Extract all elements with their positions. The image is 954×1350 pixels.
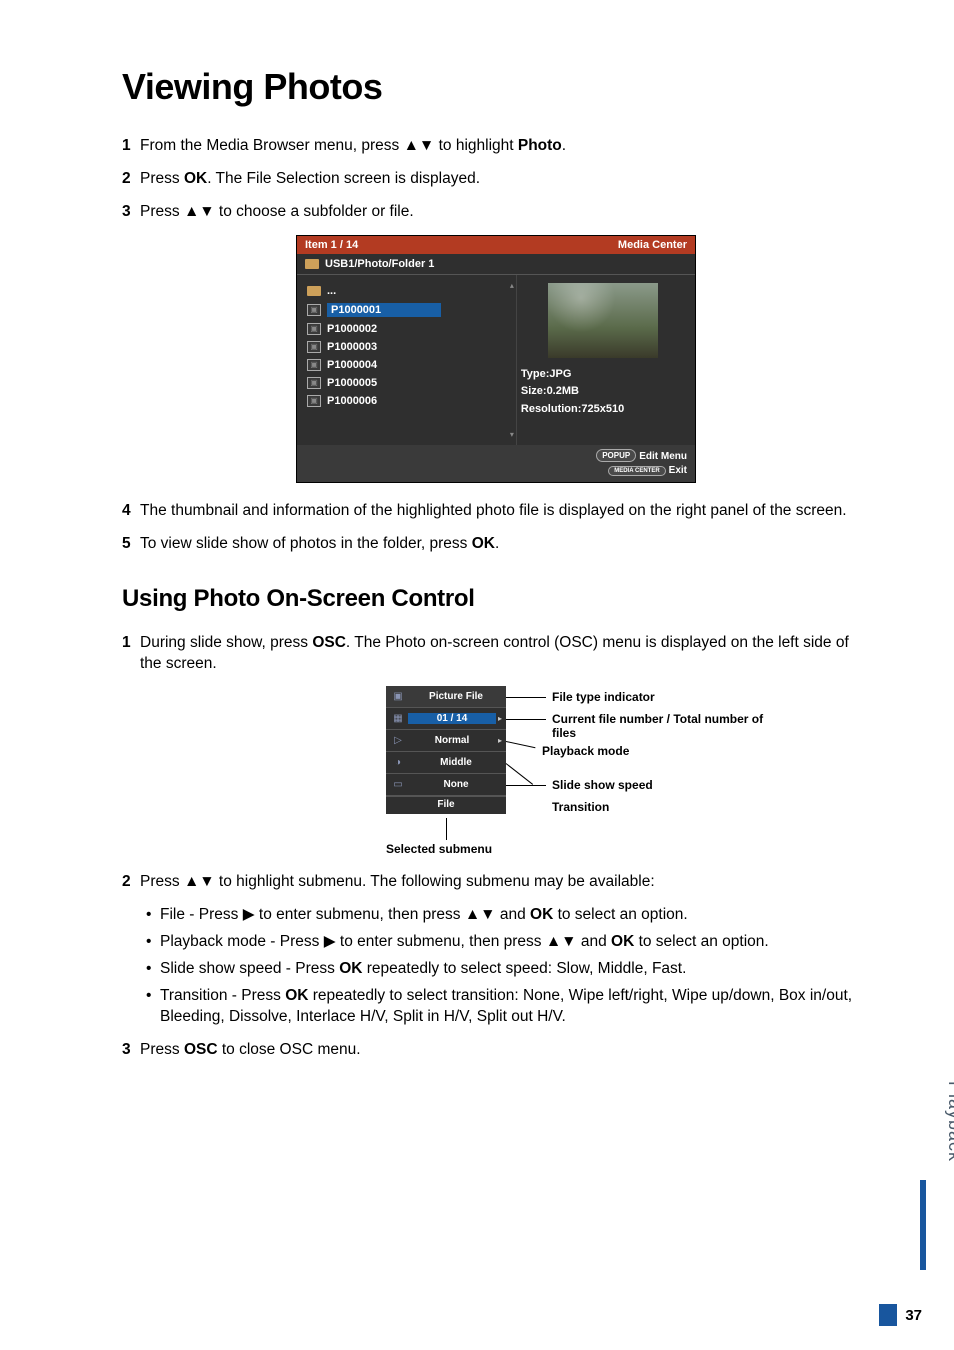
folder-icon (307, 286, 321, 296)
parent-folder[interactable]: ... (305, 283, 508, 299)
popup-key-icon: POPUP (596, 449, 636, 462)
path-bar: USB1/Photo/Folder 1 (297, 254, 695, 275)
image-icon: ▣ (307, 377, 321, 389)
label-filetype: File type indicator (552, 690, 655, 704)
step-number: 3 (122, 202, 140, 223)
meta-size: Size:0.2MB (521, 383, 687, 401)
side-tab-bar (920, 1180, 926, 1270)
osc-panel: ▣ Picture File ▦ 01 / 14▸ ▷ Normal▸ ◑ Mi… (386, 686, 506, 814)
preview-panel: ▴▾ Type:JPG Size:0.2MB Resolution:725x51… (516, 275, 695, 445)
scroll-up-icon[interactable]: ▴ (510, 281, 514, 290)
step-4: 4 The thumbnail and information of the h… (122, 501, 870, 522)
right-arrow-icon: ▸ (496, 714, 504, 723)
meta-type: Type:JPG (521, 366, 687, 384)
play-icon: ▷ (388, 735, 408, 746)
page-number: 37 (879, 1304, 922, 1326)
file-list[interactable]: ... ▣ P1000001 ▣ P1000002 ▣ P1000003 ▣ P… (297, 275, 516, 445)
label-speed: Slide show speed (552, 778, 653, 792)
page-number-text: 37 (905, 1307, 922, 1324)
step-text: Press ▲▼ to choose a subfolder or file. (140, 202, 870, 223)
up-down-icon: ▲▼ (404, 137, 435, 154)
header-bar: Item 1 / 14 Media Center (297, 236, 695, 254)
meta-resolution: Resolution:725x510 (521, 401, 687, 419)
up-down-icon: ▲▼ (546, 933, 577, 950)
osc-row-filetype[interactable]: ▣ Picture File (386, 686, 506, 708)
step-number: 2 (122, 872, 140, 893)
step-text: To view slide show of photos in the fold… (140, 534, 870, 555)
bullet-file: • File - Press ▶ to enter submenu, then … (146, 905, 870, 926)
media-center-screenshot: Item 1 / 14 Media Center USB1/Photo/Fold… (296, 235, 696, 483)
list-icon: ▦ (388, 713, 408, 724)
step-text: Press ▲▼ to highlight submenu. The follo… (140, 872, 870, 893)
bullet-playback: • Playback mode - Press ▶ to enter subme… (146, 932, 870, 953)
scrollbar[interactable]: ▴▾ (509, 281, 515, 439)
step-number: 2 (122, 169, 140, 190)
osc-step-2: 2 Press ▲▼ to highlight submenu. The fol… (122, 872, 870, 893)
step-number: 1 (122, 633, 140, 675)
bullet-transition: • Transition - Press OK repeatedly to se… (146, 986, 870, 1028)
exit-label: Exit (669, 465, 687, 476)
page-number-block (879, 1304, 897, 1326)
step-text: From the Media Browser menu, press ▲▼ to… (140, 136, 870, 157)
right-arrow-icon: ▸ (496, 736, 504, 745)
step-5: 5 To view slide show of photos in the fo… (122, 534, 870, 555)
screen-title: Media Center (618, 239, 687, 251)
right-icon: ▶ (243, 906, 255, 923)
drive-icon (305, 259, 319, 269)
up-down-icon: ▲▼ (184, 203, 215, 220)
osc-diagram: ▣ Picture File ▦ 01 / 14▸ ▷ Normal▸ ◑ Mi… (216, 686, 776, 862)
label-filenum: Current file number / Total number of fi… (552, 712, 776, 740)
side-tab-label: Playback (944, 1081, 954, 1162)
scroll-down-icon[interactable]: ▾ (510, 430, 514, 439)
file-row[interactable]: ▣ P1000004 (305, 357, 508, 373)
step-3: 3 Press ▲▼ to choose a subfolder or file… (122, 202, 870, 223)
osc-submenu-label: File (386, 796, 506, 814)
label-selected-submenu: Selected submenu (386, 842, 492, 856)
image-icon: ▣ (307, 359, 321, 371)
file-row[interactable]: ▣ P1000002 (305, 321, 508, 337)
file-row[interactable]: ▣ P1000001 (305, 301, 508, 319)
osc-step-3: 3 Press OSC to close OSC menu. (122, 1040, 870, 1061)
picture-icon: ▣ (388, 691, 408, 702)
up-down-icon: ▲▼ (184, 873, 215, 890)
label-mode: Playback mode (542, 744, 629, 758)
image-icon: ▣ (307, 341, 321, 353)
file-row[interactable]: ▣ P1000006 (305, 393, 508, 409)
side-tab: Playback (904, 1070, 926, 1270)
step-text: Press OSC to close OSC menu. (140, 1040, 870, 1061)
step-number: 3 (122, 1040, 140, 1061)
section-title: Using Photo On-Screen Control (122, 585, 870, 613)
label-transition: Transition (552, 800, 609, 814)
step-1: 1 From the Media Browser menu, press ▲▼ … (122, 136, 870, 157)
footer-bar: POPUPEdit Menu MEDIA CENTER Exit (297, 445, 695, 482)
speed-icon: ◑ (388, 757, 408, 768)
osc-row-transition[interactable]: ▭ None (386, 774, 506, 796)
image-icon: ▣ (307, 323, 321, 335)
osc-row-filenum[interactable]: ▦ 01 / 14▸ (386, 708, 506, 730)
step-text: Press OK. The File Selection screen is d… (140, 169, 870, 190)
bullet-speed: • Slide show speed - Press OK repeatedly… (146, 959, 870, 980)
osc-row-mode[interactable]: ▷ Normal▸ (386, 730, 506, 752)
osc-row-speed[interactable]: ◑ Middle (386, 752, 506, 774)
up-down-icon: ▲▼ (465, 906, 496, 923)
image-icon: ▣ (307, 304, 321, 316)
media-key-icon: MEDIA CENTER (608, 466, 665, 476)
edit-menu-label: Edit Menu (639, 451, 687, 462)
image-icon: ▣ (307, 395, 321, 407)
right-icon: ▶ (324, 933, 336, 950)
step-number: 4 (122, 501, 140, 522)
item-count: Item 1 / 14 (305, 239, 358, 251)
step-number: 5 (122, 534, 140, 555)
step-2: 2 Press OK. The File Selection screen is… (122, 169, 870, 190)
step-text: The thumbnail and information of the hig… (140, 501, 870, 522)
path-text: USB1/Photo/Folder 1 (325, 258, 434, 270)
transition-icon: ▭ (388, 779, 408, 790)
photo-thumbnail (548, 283, 658, 358)
osc-step-1: 1 During slide show, press OSC. The Phot… (122, 633, 870, 675)
step-number: 1 (122, 136, 140, 157)
page-title: Viewing Photos (122, 66, 870, 108)
file-row[interactable]: ▣ P1000003 (305, 339, 508, 355)
file-row[interactable]: ▣ P1000005 (305, 375, 508, 391)
step-text: During slide show, press OSC. The Photo … (140, 633, 870, 675)
